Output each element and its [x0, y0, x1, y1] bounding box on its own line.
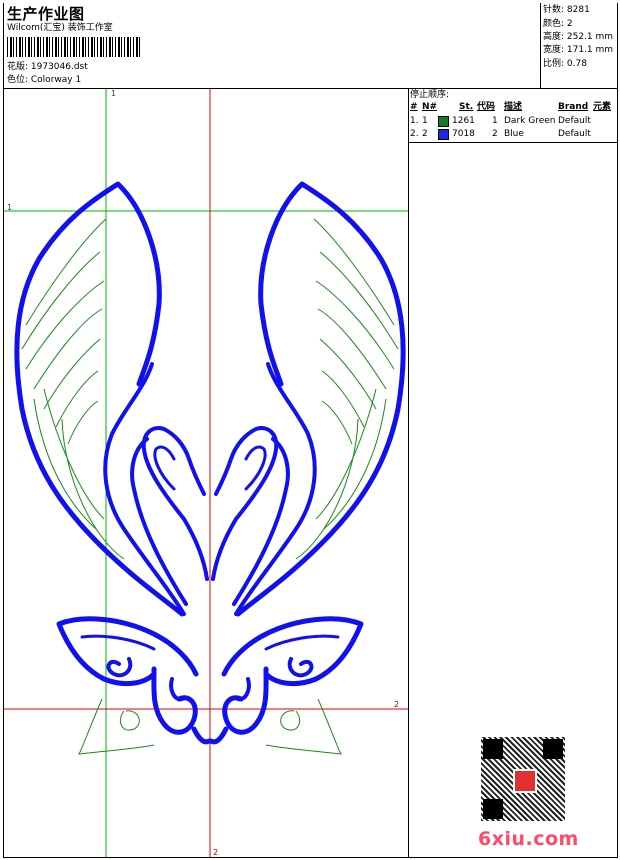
col-header-index: # [410, 102, 418, 112]
stop-sequence-title: 停止顺序: [410, 90, 450, 100]
stat-ratio: 比例: 0.78 [543, 59, 587, 69]
design-canvas [4, 89, 408, 857]
row-n: 1 [422, 116, 428, 126]
row-code: 2 [492, 129, 498, 139]
col-header-brand: Brand [558, 102, 589, 112]
row-n: 2 [422, 129, 428, 139]
design-left-half [17, 184, 209, 754]
stat-stitches: 针数: 8281 [543, 5, 590, 15]
col-header-desc: 描述 [504, 102, 523, 112]
frame-bottom [3, 857, 618, 858]
guide-label-green-top: 1 [111, 89, 117, 98]
row-index: 2. [410, 129, 419, 139]
col-header-code: 代码 [477, 102, 496, 112]
row-st: 7018 [452, 129, 475, 139]
col-header-element: 元素 [593, 102, 612, 112]
guide-label-red-right: 2 [394, 700, 400, 709]
watermark: 6xiu.com [478, 828, 579, 850]
color-swatch-blue [438, 129, 449, 140]
color-swatch-green [438, 116, 449, 127]
col-header-st: St. [459, 102, 474, 112]
row-index: 1. [410, 116, 419, 126]
design-file: 花版: 1973046.dst [7, 62, 88, 72]
col-header-n: N# [422, 102, 438, 112]
stop-table-bottom [408, 142, 618, 143]
frame-right [617, 3, 618, 858]
design-right-half [211, 184, 403, 754]
colorway: 色位: Colorway 1 [7, 75, 82, 85]
row-desc: Blue [504, 129, 524, 139]
stats-divider [540, 3, 541, 89]
row-brand: Default [558, 116, 591, 126]
page-title: 生产作业图 [7, 5, 85, 23]
panel-divider [408, 88, 409, 858]
barcode [7, 37, 141, 57]
row-desc: Dark Green [504, 116, 556, 126]
row-brand: Default [558, 129, 591, 139]
guide-label-red-bottom: 2 [213, 848, 219, 857]
company-name: Wilcom(汇宝) 装饰工作室 [7, 23, 113, 33]
guide-label-green-left: 1 [7, 203, 13, 212]
row-st: 1261 [452, 116, 475, 126]
stat-width: 宽度: 171.1 mm [543, 45, 614, 55]
stat-height: 高度: 252.1 mm [543, 32, 614, 42]
stat-colors: 颜色: 2 [543, 19, 573, 29]
row-code: 1 [492, 116, 498, 126]
qr-code [481, 737, 565, 821]
qr-center-seal-icon [513, 769, 537, 793]
